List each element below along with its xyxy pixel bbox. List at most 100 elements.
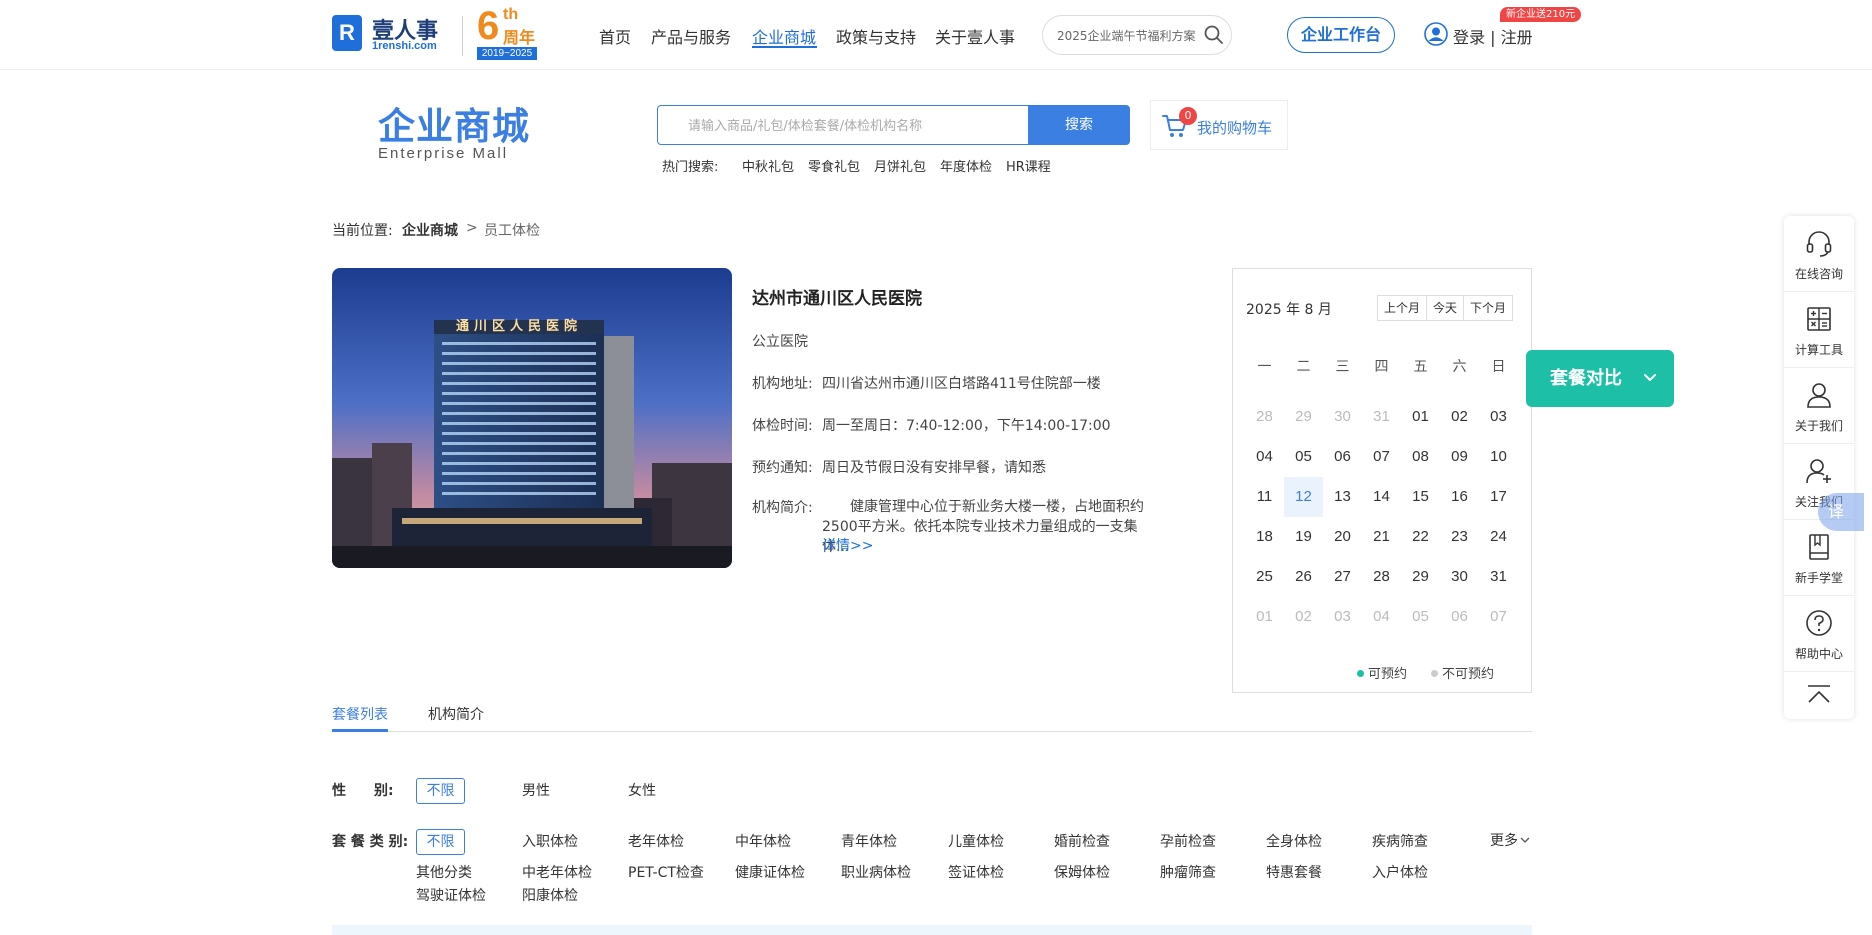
calendar-day[interactable]: 16: [1440, 477, 1479, 517]
calendar-day[interactable]: 07: [1362, 437, 1401, 477]
hot-search-term[interactable]: HR课程: [1006, 156, 1051, 175]
logo-mark[interactable]: R: [332, 15, 362, 51]
tab-package-list[interactable]: 套餐列表: [332, 704, 388, 724]
calendar-day[interactable]: 04: [1362, 597, 1401, 637]
category-option[interactable]: 全身体检: [1266, 831, 1322, 851]
category-option[interactable]: 儿童体检: [948, 831, 1004, 851]
hospital-details-link[interactable]: 详情>>: [822, 535, 873, 555]
package-compare-button[interactable]: 套餐对比: [1526, 350, 1674, 407]
translate-button[interactable]: 译: [1818, 493, 1864, 531]
calendar-day[interactable]: 30: [1323, 397, 1362, 437]
calendar-day[interactable]: 28: [1362, 557, 1401, 597]
calendar-day[interactable]: 26: [1284, 557, 1323, 597]
today-button[interactable]: 今天: [1427, 296, 1465, 320]
calendar-day[interactable]: 29: [1401, 557, 1440, 597]
tab-institution-intro[interactable]: 机构简介: [428, 704, 484, 724]
category-option[interactable]: 特惠套餐: [1266, 862, 1322, 882]
nav-policy[interactable]: 政策与支持: [836, 24, 916, 48]
calendar-day[interactable]: 13: [1323, 477, 1362, 517]
nav-home[interactable]: 首页: [599, 24, 631, 48]
calendar-day[interactable]: 21: [1362, 517, 1401, 557]
calendar-day[interactable]: 01: [1245, 597, 1284, 637]
nav-products[interactable]: 产品与服务: [651, 24, 731, 48]
calendar-day[interactable]: 06: [1440, 597, 1479, 637]
category-option[interactable]: 老年体检: [628, 831, 684, 851]
calendar-day[interactable]: 02: [1440, 397, 1479, 437]
calendar-day[interactable]: 22: [1401, 517, 1440, 557]
calendar-day[interactable]: 05: [1401, 597, 1440, 637]
category-option[interactable]: 青年体检: [841, 831, 897, 851]
category-option[interactable]: 保姆体检: [1054, 862, 1110, 882]
category-option[interactable]: 肿瘤筛查: [1160, 862, 1216, 882]
category-option[interactable]: 阳康体检: [522, 885, 578, 905]
calendar-day[interactable]: 29: [1284, 397, 1323, 437]
calendar-day[interactable]: 04: [1245, 437, 1284, 477]
gender-option-female[interactable]: 女性: [628, 780, 656, 800]
calendar-day[interactable]: 10: [1479, 437, 1518, 477]
calendar-day[interactable]: 24: [1479, 517, 1518, 557]
calendar-day[interactable]: 31: [1362, 397, 1401, 437]
next-month-button[interactable]: 下个月: [1464, 296, 1512, 320]
calendar-day[interactable]: 02: [1284, 597, 1323, 637]
breadcrumb-mall-link[interactable]: 企业商城: [402, 220, 458, 240]
category-option-any[interactable]: 不限: [416, 829, 465, 855]
calendar-day[interactable]: 23: [1440, 517, 1479, 557]
sidebar-about-us[interactable]: 关于我们: [1784, 368, 1854, 444]
mall-search-input[interactable]: [688, 116, 1018, 136]
calendar-day[interactable]: 17: [1479, 477, 1518, 517]
search-icon[interactable]: [1203, 24, 1225, 46]
category-option[interactable]: 入职体检: [522, 831, 578, 851]
hot-search-term[interactable]: 年度体检: [940, 156, 992, 175]
calendar-day[interactable]: 14: [1362, 477, 1401, 517]
calendar-day[interactable]: 20: [1323, 517, 1362, 557]
category-option[interactable]: 中老年体检: [522, 862, 592, 882]
category-option[interactable]: 健康证体检: [735, 862, 805, 882]
category-option[interactable]: 婚前检查: [1054, 831, 1110, 851]
back-to-top-button[interactable]: [1784, 672, 1854, 719]
calendar-day[interactable]: 31: [1479, 557, 1518, 597]
calendar-day[interactable]: 03: [1323, 597, 1362, 637]
hot-search-term[interactable]: 中秋礼包: [742, 156, 794, 175]
hot-search-term[interactable]: 月饼礼包: [874, 156, 926, 175]
prev-month-button[interactable]: 上个月: [1378, 296, 1428, 320]
more-categories-toggle[interactable]: 更多: [1490, 830, 1530, 850]
mall-search-button[interactable]: 搜索: [1028, 105, 1130, 145]
category-option[interactable]: 疾病筛查: [1372, 831, 1428, 851]
category-option[interactable]: 其他分类: [416, 862, 472, 882]
top-search-input[interactable]: [1057, 26, 1202, 46]
calendar-day[interactable]: 11: [1245, 477, 1284, 517]
gender-option-male[interactable]: 男性: [522, 780, 550, 800]
nav-about[interactable]: 关于壹人事: [935, 24, 1015, 48]
user-avatar-icon[interactable]: [1424, 22, 1448, 46]
sidebar-beginner-school[interactable]: 新手学堂: [1784, 520, 1854, 596]
calendar-day[interactable]: 18: [1245, 517, 1284, 557]
calendar-day-today[interactable]: 12: [1284, 477, 1323, 517]
calendar-day[interactable]: 07: [1479, 597, 1518, 637]
calendar-day[interactable]: 15: [1401, 477, 1440, 517]
calendar-day[interactable]: 01: [1401, 397, 1440, 437]
category-option[interactable]: 职业病体检: [841, 862, 911, 882]
sidebar-calc-tools[interactable]: 计算工具: [1784, 292, 1854, 368]
category-option[interactable]: 签证体检: [948, 862, 1004, 882]
nav-mall[interactable]: 企业商城: [752, 24, 816, 48]
calendar-day[interactable]: 06: [1323, 437, 1362, 477]
calendar-day[interactable]: 03: [1479, 397, 1518, 437]
calendar-day[interactable]: 28: [1245, 397, 1284, 437]
login-register-link[interactable]: 登录 | 注册: [1453, 24, 1533, 48]
category-option[interactable]: 中年体检: [735, 831, 791, 851]
hot-search-term[interactable]: 零食礼包: [808, 156, 860, 175]
calendar-day[interactable]: 19: [1284, 517, 1323, 557]
category-option[interactable]: PET-CT检查: [628, 862, 704, 882]
calendar-day[interactable]: 25: [1245, 557, 1284, 597]
gender-option-any[interactable]: 不限: [416, 778, 465, 804]
sidebar-help-center[interactable]: 帮助中心: [1784, 596, 1854, 672]
calendar-day[interactable]: 27: [1323, 557, 1362, 597]
category-option[interactable]: 驾驶证体检: [416, 885, 486, 905]
calendar-day[interactable]: 05: [1284, 437, 1323, 477]
cart-button[interactable]: 0 我的购物车: [1150, 100, 1288, 150]
calendar-day[interactable]: 09: [1440, 437, 1479, 477]
workbench-button[interactable]: 企业工作台: [1287, 17, 1395, 53]
sidebar-online-consult[interactable]: 在线咨询: [1784, 216, 1854, 292]
category-option[interactable]: 入户体检: [1372, 862, 1428, 882]
calendar-day[interactable]: 30: [1440, 557, 1479, 597]
